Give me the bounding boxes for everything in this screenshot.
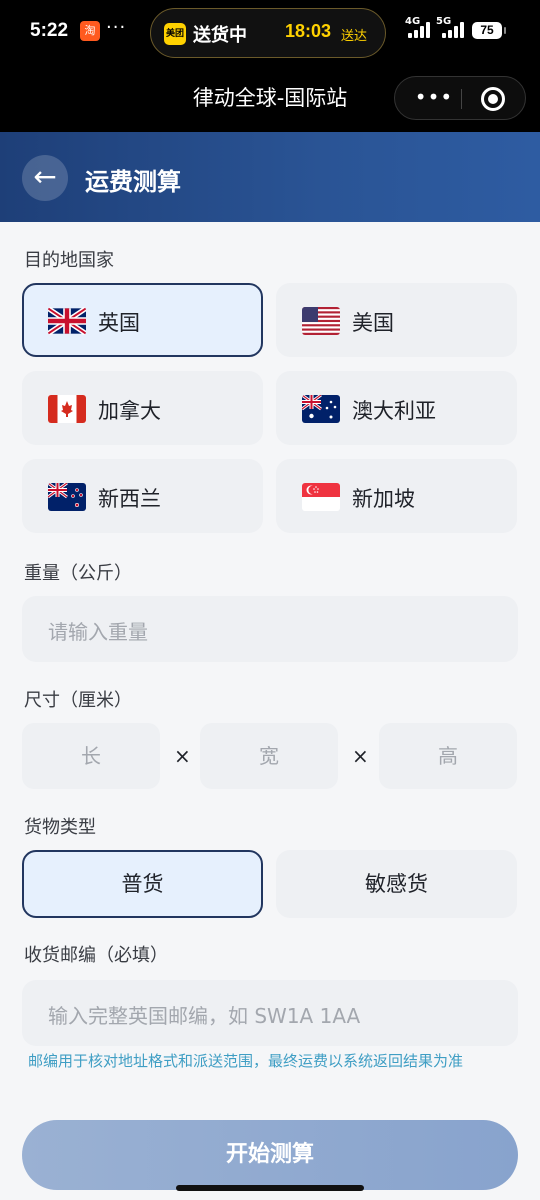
australia-flag-icon [302,395,340,423]
uk-flag-icon [48,307,86,335]
postcode-placeholder: 输入完整英国邮编，如 SW1A 1AA [48,1004,361,1028]
singapore-flag-icon [302,483,340,511]
postcode-label: 收货邮编（必填） [24,945,168,966]
country-name: 新加坡 [352,487,415,511]
country-name: 美国 [352,311,394,335]
country-option-uk[interactable]: 英国 [22,283,263,357]
us-flag-icon [302,307,340,335]
cargo-type-label: 货物类型 [24,817,96,838]
times-symbol: × [174,744,191,768]
page-title: 运费测算 [85,168,181,196]
back-button[interactable]: ← [22,155,68,201]
length-input[interactable]: 长 [22,723,160,789]
newzealand-flag-icon [48,483,86,511]
canada-flag-icon [48,395,86,423]
country-name: 澳大利亚 [352,399,436,423]
status-time: 5:22 [30,20,69,41]
delivery-eta-time: 18:03 [285,21,332,41]
close-target-icon[interactable] [481,87,505,111]
destination-label: 目的地国家 [24,250,114,271]
country-option-australia[interactable]: 澳大利亚 [276,371,517,445]
times-symbol: × [352,744,369,768]
page-header: ← 运费测算 [0,132,540,222]
weight-label: 重量（公斤） [24,563,132,584]
more-menu-icon[interactable]: ••• [409,85,459,109]
start-calculation-button[interactable]: 开始测算 [22,1120,518,1190]
delivery-eta-suffix: 送达 [341,29,368,44]
mini-program-navbar: 律动全球-国际站 ••• [0,66,540,132]
more-notifications-icon: ··· [106,17,127,38]
country-name: 加拿大 [98,399,161,423]
signal-bars-icon [442,22,464,38]
delivery-status-label: 送货中 [193,25,247,46]
size-label: 尺寸（厘米） [24,690,132,711]
home-indicator[interactable] [176,1185,364,1191]
cargo-option-general[interactable]: 普货 [22,850,263,918]
cargo-option-sensitive[interactable]: 敏感货 [276,850,517,918]
country-option-us[interactable]: 美国 [276,283,517,357]
weight-placeholder: 请输入重量 [48,620,148,644]
capsule-divider [461,89,462,109]
weight-input[interactable]: 请输入重量 [22,596,518,662]
country-option-canada[interactable]: 加拿大 [22,371,263,445]
delivery-live-activity[interactable]: 美团 送货中 18:03 送达 [150,8,386,58]
battery-icon: 75 [472,22,506,39]
meituan-logo-icon: 美团 [164,23,186,45]
postcode-hint: 邮编用于核对地址格式和派送范围，最终运费以系统返回结果为准 [28,1052,464,1070]
postcode-input[interactable]: 输入完整英国邮编，如 SW1A 1AA [22,980,518,1046]
signal-bars-icon [408,22,430,38]
country-option-newzealand[interactable]: 新西兰 [22,459,263,533]
country-option-singapore[interactable]: 新加坡 [276,459,517,533]
status-bar: 5:22 淘 ··· 美团 送货中 18:03 送达 4G 5G 75 [0,0,540,66]
height-input[interactable]: 高 [379,723,517,789]
mini-program-capsule: ••• [394,76,526,120]
country-name: 新西兰 [98,487,161,511]
country-name: 英国 [98,311,140,335]
taobao-app-icon: 淘 [80,21,100,41]
width-input[interactable]: 宽 [200,723,338,789]
